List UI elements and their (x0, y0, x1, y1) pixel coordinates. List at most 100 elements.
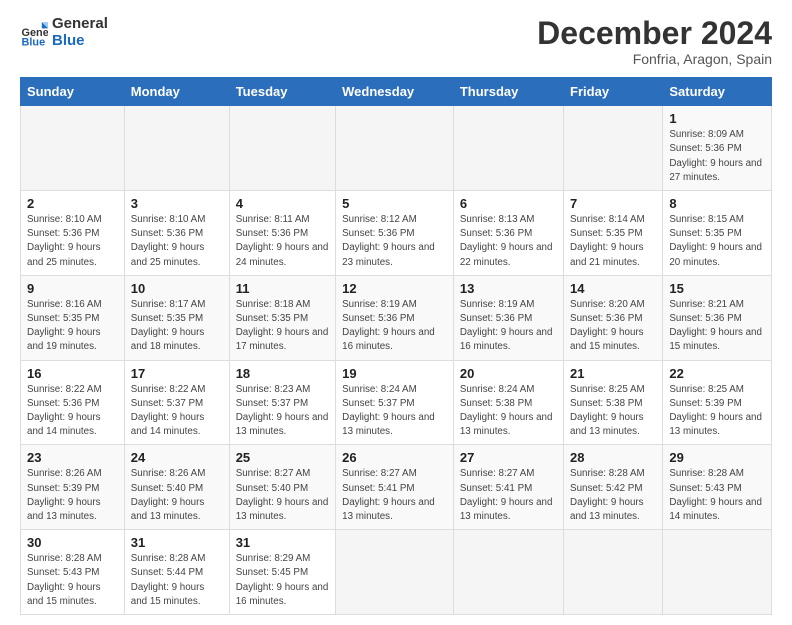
day-info: Sunrise: 8:21 AMSunset: 5:36 PMDaylight:… (669, 299, 762, 353)
calendar-cell: 6 Sunrise: 8:13 AMSunset: 5:36 PMDayligh… (453, 191, 563, 276)
col-friday: Friday (564, 78, 663, 106)
day-number: 24 (131, 450, 223, 465)
calendar-cell: 12 Sunrise: 8:19 AMSunset: 5:36 PMDaylig… (336, 275, 454, 360)
calendar-cell: 29 Sunrise: 8:28 AMSunset: 5:43 PMDaylig… (663, 445, 772, 530)
day-number: 31 (236, 535, 329, 550)
day-number: 8 (669, 196, 765, 211)
day-number: 10 (131, 281, 223, 296)
day-number: 15 (669, 281, 765, 296)
svg-text:Blue: Blue (22, 36, 46, 47)
day-number: 25 (236, 450, 329, 465)
day-number: 31 (131, 535, 223, 550)
day-info: Sunrise: 8:15 AMSunset: 5:35 PMDaylight:… (669, 214, 762, 268)
calendar-cell: 4 Sunrise: 8:11 AMSunset: 5:36 PMDayligh… (229, 191, 335, 276)
calendar-cell: 3 Sunrise: 8:10 AMSunset: 5:36 PMDayligh… (124, 191, 229, 276)
calendar-cell (336, 106, 454, 191)
day-number: 3 (131, 196, 223, 211)
day-info: Sunrise: 8:23 AMSunset: 5:37 PMDaylight:… (236, 384, 329, 438)
calendar-cell: 9 Sunrise: 8:16 AMSunset: 5:35 PMDayligh… (21, 275, 125, 360)
calendar-cell (663, 530, 772, 615)
calendar-cell: 31 Sunrise: 8:29 AMSunset: 5:45 PMDaylig… (229, 530, 335, 615)
calendar-cell: 13 Sunrise: 8:19 AMSunset: 5:36 PMDaylig… (453, 275, 563, 360)
table-row: 30 Sunrise: 8:28 AMSunset: 5:43 PMDaylig… (21, 530, 772, 615)
day-number: 21 (570, 366, 656, 381)
day-info: Sunrise: 8:19 AMSunset: 5:36 PMDaylight:… (342, 299, 435, 353)
calendar-table: Sunday Monday Tuesday Wednesday Thursday… (20, 77, 772, 615)
day-number: 9 (27, 281, 118, 296)
col-saturday: Saturday (663, 78, 772, 106)
day-info: Sunrise: 8:16 AMSunset: 5:35 PMDaylight:… (27, 299, 102, 353)
calendar-cell (453, 530, 563, 615)
day-info: Sunrise: 8:27 AMSunset: 5:41 PMDaylight:… (460, 468, 553, 522)
calendar-cell: 5 Sunrise: 8:12 AMSunset: 5:36 PMDayligh… (336, 191, 454, 276)
calendar-cell: 31 Sunrise: 8:28 AMSunset: 5:44 PMDaylig… (124, 530, 229, 615)
calendar-cell: 2 Sunrise: 8:10 AMSunset: 5:36 PMDayligh… (21, 191, 125, 276)
calendar-cell (564, 530, 663, 615)
day-info: Sunrise: 8:10 AMSunset: 5:36 PMDaylight:… (131, 214, 206, 268)
day-number: 5 (342, 196, 447, 211)
day-number: 29 (669, 450, 765, 465)
calendar-cell: 24 Sunrise: 8:26 AMSunset: 5:40 PMDaylig… (124, 445, 229, 530)
calendar-cell: 15 Sunrise: 8:21 AMSunset: 5:36 PMDaylig… (663, 275, 772, 360)
day-info: Sunrise: 8:22 AMSunset: 5:36 PMDaylight:… (27, 384, 102, 438)
calendar-page: General Blue General Blue December 2024 … (0, 0, 792, 625)
day-number: 28 (570, 450, 656, 465)
day-number: 2 (27, 196, 118, 211)
day-info: Sunrise: 8:12 AMSunset: 5:36 PMDaylight:… (342, 214, 435, 268)
day-number: 22 (669, 366, 765, 381)
day-number: 20 (460, 366, 557, 381)
day-number: 6 (460, 196, 557, 211)
table-row: 23 Sunrise: 8:26 AMSunset: 5:39 PMDaylig… (21, 445, 772, 530)
table-row: 9 Sunrise: 8:16 AMSunset: 5:35 PMDayligh… (21, 275, 772, 360)
calendar-cell: 8 Sunrise: 8:15 AMSunset: 5:35 PMDayligh… (663, 191, 772, 276)
calendar-cell: 30 Sunrise: 8:28 AMSunset: 5:43 PMDaylig… (21, 530, 125, 615)
calendar-cell: 11 Sunrise: 8:18 AMSunset: 5:35 PMDaylig… (229, 275, 335, 360)
logo-line2: Blue (52, 33, 108, 50)
day-info: Sunrise: 8:26 AMSunset: 5:39 PMDaylight:… (27, 468, 102, 522)
day-number: 23 (27, 450, 118, 465)
header-row: Sunday Monday Tuesday Wednesday Thursday… (21, 78, 772, 106)
day-info: Sunrise: 8:18 AMSunset: 5:35 PMDaylight:… (236, 299, 329, 353)
day-number: 4 (236, 196, 329, 211)
col-sunday: Sunday (21, 78, 125, 106)
calendar-cell (229, 106, 335, 191)
day-info: Sunrise: 8:10 AMSunset: 5:36 PMDaylight:… (27, 214, 102, 268)
day-number: 14 (570, 281, 656, 296)
col-wednesday: Wednesday (336, 78, 454, 106)
day-number: 26 (342, 450, 447, 465)
day-number: 27 (460, 450, 557, 465)
header: General Blue General Blue December 2024 … (20, 16, 772, 67)
logo-line1: General (52, 16, 108, 33)
calendar-cell: 17 Sunrise: 8:22 AMSunset: 5:37 PMDaylig… (124, 360, 229, 445)
col-monday: Monday (124, 78, 229, 106)
logo: General Blue General Blue (20, 16, 108, 49)
calendar-body: 1 Sunrise: 8:09 AMSunset: 5:36 PMDayligh… (21, 106, 772, 615)
day-info: Sunrise: 8:24 AMSunset: 5:37 PMDaylight:… (342, 384, 435, 438)
day-info: Sunrise: 8:28 AMSunset: 5:44 PMDaylight:… (131, 553, 206, 607)
day-info: Sunrise: 8:25 AMSunset: 5:38 PMDaylight:… (570, 384, 645, 438)
day-info: Sunrise: 8:22 AMSunset: 5:37 PMDaylight:… (131, 384, 206, 438)
day-number: 16 (27, 366, 118, 381)
calendar-cell: 14 Sunrise: 8:20 AMSunset: 5:36 PMDaylig… (564, 275, 663, 360)
calendar-cell: 22 Sunrise: 8:25 AMSunset: 5:39 PMDaylig… (663, 360, 772, 445)
calendar-cell: 10 Sunrise: 8:17 AMSunset: 5:35 PMDaylig… (124, 275, 229, 360)
calendar-cell: 21 Sunrise: 8:25 AMSunset: 5:38 PMDaylig… (564, 360, 663, 445)
calendar-cell: 28 Sunrise: 8:28 AMSunset: 5:42 PMDaylig… (564, 445, 663, 530)
day-info: Sunrise: 8:27 AMSunset: 5:40 PMDaylight:… (236, 468, 329, 522)
day-number: 19 (342, 366, 447, 381)
calendar-cell: 27 Sunrise: 8:27 AMSunset: 5:41 PMDaylig… (453, 445, 563, 530)
day-number: 30 (27, 535, 118, 550)
calendar-cell (124, 106, 229, 191)
day-info: Sunrise: 8:13 AMSunset: 5:36 PMDaylight:… (460, 214, 553, 268)
day-info: Sunrise: 8:26 AMSunset: 5:40 PMDaylight:… (131, 468, 206, 522)
calendar-cell (336, 530, 454, 615)
day-number: 1 (669, 111, 765, 126)
day-info: Sunrise: 8:25 AMSunset: 5:39 PMDaylight:… (669, 384, 762, 438)
day-info: Sunrise: 8:19 AMSunset: 5:36 PMDaylight:… (460, 299, 553, 353)
calendar-cell: 26 Sunrise: 8:27 AMSunset: 5:41 PMDaylig… (336, 445, 454, 530)
calendar-cell: 18 Sunrise: 8:23 AMSunset: 5:37 PMDaylig… (229, 360, 335, 445)
day-number: 12 (342, 281, 447, 296)
calendar-cell (564, 106, 663, 191)
calendar-cell: 20 Sunrise: 8:24 AMSunset: 5:38 PMDaylig… (453, 360, 563, 445)
calendar-cell (21, 106, 125, 191)
